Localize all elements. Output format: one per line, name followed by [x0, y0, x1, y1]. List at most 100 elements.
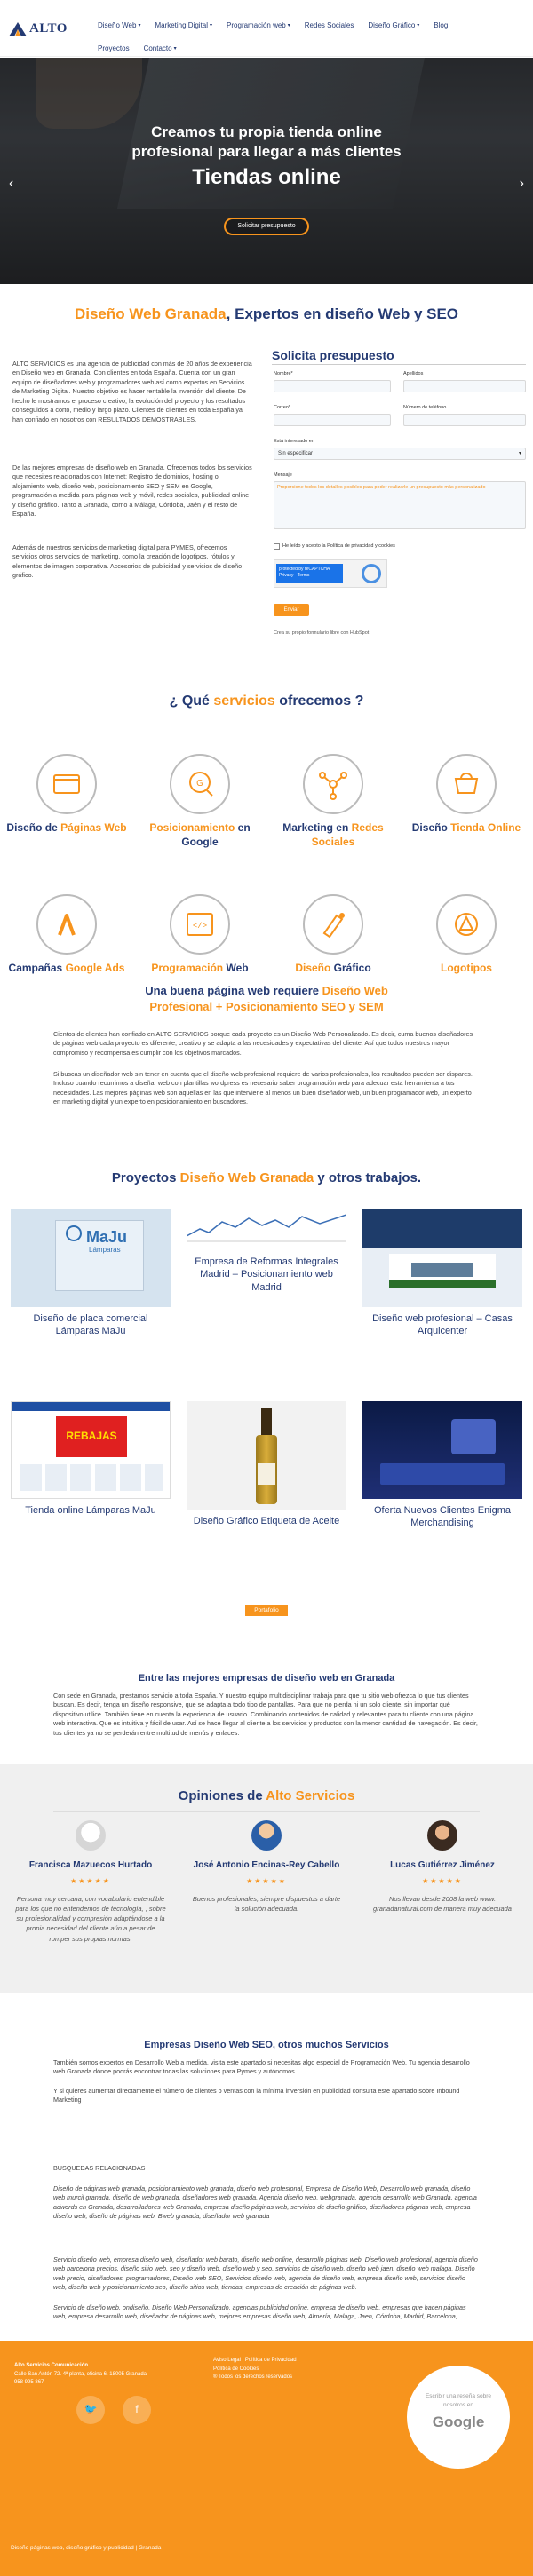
- rebajas-banner: REBAJAS: [56, 1416, 127, 1457]
- project-image-seo-graph: [186, 1214, 347, 1242]
- google-review-badge[interactable]: Escribir una reseña sobre nosotros en Go…: [407, 2366, 510, 2469]
- footer-legal-links: Aviso Legal | Política de Privacidad Pol…: [213, 2358, 297, 2381]
- intro-paragraph-1: ALTO SERVICIOS es una agencia de publici…: [12, 360, 252, 424]
- project-image-maju-shop: REBAJAS: [11, 1401, 171, 1499]
- intro-paragraph-2: De las mejores empresas de diseño web en…: [12, 464, 252, 519]
- recaptcha-icon: [362, 564, 381, 583]
- apellidos-label: Apellidos: [403, 371, 424, 376]
- nav-item-dise-o-web[interactable]: Diseño Web ▾: [98, 20, 140, 31]
- service-card[interactable]: G Posicionamiento en Google: [133, 754, 266, 849]
- nav-item-programaci-n-web[interactable]: Programación web ▾: [227, 20, 290, 31]
- nombre-input[interactable]: [274, 380, 391, 392]
- quote-form-title: Solicita presupuesto: [272, 348, 394, 362]
- project-card[interactable]: Diseño web profesional – Casas Arquicent…: [362, 1209, 522, 1338]
- nav-item-dise-o-gr-fico[interactable]: Diseño Gráfico ▾: [368, 20, 419, 31]
- project-caption: Diseño de placa comercial Lámparas MaJu: [33, 1313, 148, 1337]
- granada-title: Entre las mejores empresas de diseño web…: [138, 1673, 395, 1684]
- logo-text: ALTO: [29, 21, 68, 36]
- portfolio-button[interactable]: Portafolio: [245, 1605, 288, 1616]
- mensaje-label: Mensaje: [274, 472, 292, 478]
- main-nav: Diseño Web ▾ Marketing Digital ▾ Programació…: [98, 14, 515, 60]
- seo-paragraph-2: Y si quieres aumentar directamente el nú…: [53, 2087, 460, 2104]
- service-label: Diseño Gráfico: [295, 962, 371, 974]
- apellidos-input[interactable]: [403, 380, 526, 392]
- rating-stars: ★★★★★: [70, 1877, 111, 1885]
- service-card[interactable]: Diseño Gráfico: [266, 894, 400, 976]
- hero-cta-button[interactable]: Solicitar presupuesto: [224, 218, 309, 235]
- service-card[interactable]: Campañas Google Ads: [0, 894, 133, 976]
- chevron-down-icon: ▾: [210, 22, 213, 28]
- send-button[interactable]: Enviar: [274, 604, 309, 616]
- telefono-label: Número de teléfono: [403, 405, 447, 410]
- privacy-checkbox[interactable]: [274, 543, 280, 551]
- granada-paragraph: Con sede en Granada, prestamos servicio …: [53, 1692, 478, 1737]
- seo-title: Empresas Diseño Web SEO, otros muchos Se…: [144, 2040, 389, 2050]
- testimonial-card: José Antonio Encinas-Rey Cabello ★★★★★ B…: [191, 1820, 342, 1914]
- project-card[interactable]: Diseño Gráfico Etiqueta de Aceite: [187, 1401, 346, 1527]
- facebook-icon[interactable]: f: [123, 2396, 151, 2424]
- service-label: Diseño de Páginas Web: [6, 821, 127, 834]
- google-wordmark: Google: [432, 2413, 485, 2430]
- project-card[interactable]: Oferta Nuevos Clientes Enigma Merchandis…: [362, 1401, 522, 1530]
- project-card[interactable]: REBAJAS Tienda online Lámparas MaJu: [11, 1401, 171, 1517]
- keywords-block-2: Servicio diseño web, empresa diseño web,…: [53, 2255, 478, 2292]
- message-textarea[interactable]: Proporcione todos los detalles posibles …: [274, 481, 526, 529]
- phone-input[interactable]: [403, 414, 526, 426]
- service-label: Logotipos: [441, 962, 492, 974]
- cookies-link[interactable]: Política de Cookies: [213, 2366, 259, 2372]
- services-title: ¿ Qué servicios ofrecemos ?: [169, 694, 364, 709]
- service-card[interactable]: </> Programación Web: [133, 894, 266, 976]
- testimonial-text: Persona muy cercana, con vocabulario ent…: [15, 1894, 166, 1943]
- hero-heading-line2: profesional para llegar a más clientes: [131, 143, 402, 160]
- rating-stars: ★★★★★: [422, 1877, 463, 1885]
- service-label: Campañas Google Ads: [8, 962, 125, 974]
- logo-design-icon: [436, 894, 497, 955]
- service-card[interactable]: Marketing en Redes Sociales: [266, 754, 400, 849]
- nav-item-contacto[interactable]: Contacto ▾: [144, 44, 177, 54]
- chevron-down-icon: ▾: [138, 22, 141, 28]
- project-image-olive-oil: [187, 1401, 346, 1510]
- quality-paragraph-1: Cientos de clientes han confiado en ALTO…: [53, 1030, 473, 1057]
- project-card[interactable]: MaJu Lámparas Diseño de placa comercial …: [11, 1209, 171, 1338]
- maju-plaque-subtext: Lámparas: [89, 1246, 121, 1254]
- slider-next-icon[interactable]: ›: [520, 173, 524, 194]
- nav-item-proyectos[interactable]: Proyectos: [98, 44, 130, 54]
- nav-item-blog[interactable]: Blog: [434, 20, 448, 31]
- service-label: Posicionamiento en Google: [149, 821, 251, 848]
- nav-item-marketing-digital[interactable]: Marketing Digital ▾: [155, 20, 212, 31]
- intro-title: Diseño Web Granada, Expertos en diseño W…: [74, 305, 459, 322]
- testimonial-text: Nos llevan desde 2008 la web www. granad…: [373, 1894, 512, 1913]
- nav-item-redes-sociales[interactable]: Redes Sociales: [305, 20, 354, 31]
- service-label: Diseño Tienda Online: [411, 821, 521, 834]
- rating-stars: ★★★★★: [246, 1877, 287, 1885]
- hubspot-link[interactable]: Crea su propio formulario libre con HubS…: [274, 630, 369, 638]
- twitter-icon[interactable]: 🐦: [76, 2396, 105, 2424]
- intro-paragraph-3: Además de nuestros servicios de marketin…: [12, 543, 243, 580]
- service-label: Marketing en Redes Sociales: [282, 821, 384, 848]
- legal-link[interactable]: Aviso Legal: [213, 2358, 241, 2363]
- svg-text:</>: </>: [193, 922, 207, 931]
- site-logo[interactable]: ALTO: [9, 20, 68, 39]
- interes-label: Está interesado en: [274, 439, 314, 444]
- project-caption: Diseño web profesional – Casas Arquicent…: [372, 1313, 513, 1337]
- service-card[interactable]: Logotipos: [400, 894, 533, 976]
- interest-select[interactable]: Sin especificar ▾: [274, 448, 526, 460]
- testimonial-name: Lucas Gutiérrez Jiménez: [390, 1860, 495, 1870]
- related-title: BUSQUEDAS RELACIONADAS: [53, 2164, 146, 2172]
- social-network-icon: [303, 754, 363, 814]
- testimonial-name: José Antonio Encinas-Rey Cabello: [193, 1860, 340, 1870]
- footer-contact: Alto Servicios Comunicación Calle San An…: [14, 2363, 147, 2386]
- chevron-down-icon: ▾: [287, 22, 290, 28]
- service-card[interactable]: Diseño de Páginas Web: [0, 754, 133, 836]
- ads-icon: [36, 894, 97, 955]
- privacy-link[interactable]: Política de Privacidad: [245, 2358, 297, 2363]
- project-caption: Empresa de Reformas Integrales Madrid – …: [195, 1256, 338, 1293]
- service-card[interactable]: Diseño Tienda Online: [400, 754, 533, 836]
- opinions-title: Opiniones de Alto Servicios: [178, 1788, 355, 1803]
- site-header: ALTO Diseño Web ▾ Marketing Digital ▾ Progra…: [0, 0, 533, 57]
- email-input[interactable]: [274, 414, 391, 426]
- slider-prev-icon[interactable]: ‹: [9, 173, 13, 194]
- project-card[interactable]: Empresa de Reformas Integrales Madrid – …: [186, 1209, 347, 1294]
- privacy-checkbox-row[interactable]: He leído y acepto la Política de privaci…: [274, 543, 395, 551]
- recaptcha-widget[interactable]: protected by reCAPTCHA Privacy - Terms: [274, 559, 387, 588]
